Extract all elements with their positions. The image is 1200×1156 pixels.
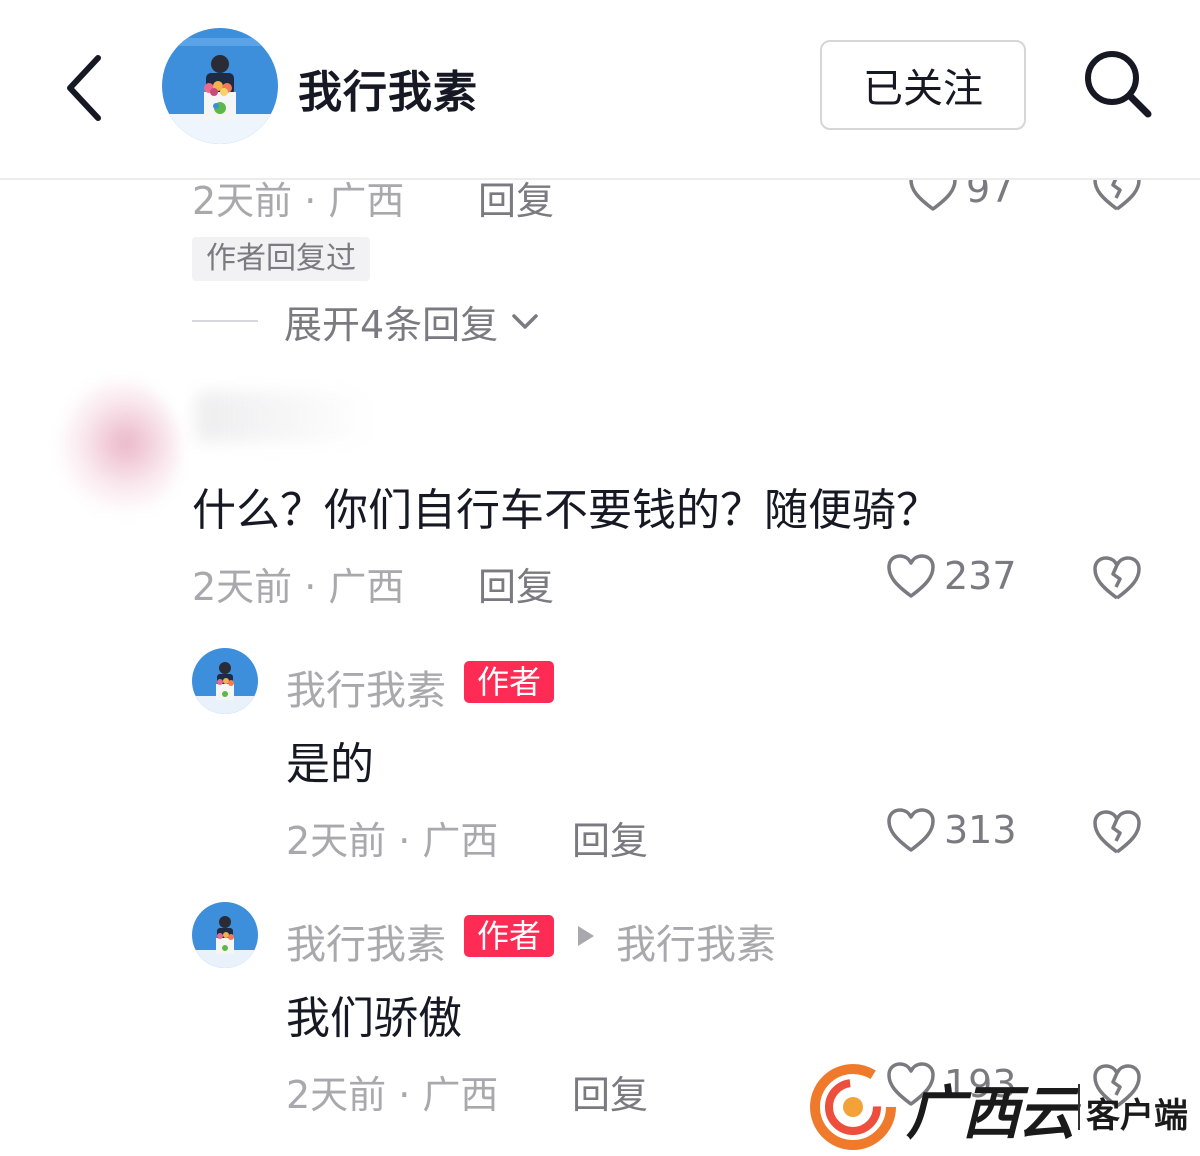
watermark-sub: 客户端 bbox=[1086, 1096, 1188, 1136]
like-count: 313 bbox=[944, 808, 1017, 852]
expand-replies-label: 展开4条回复 bbox=[284, 302, 499, 347]
broken-heart-icon[interactable] bbox=[1092, 809, 1142, 855]
expand-replies-button[interactable]: 展开4条回复 bbox=[192, 296, 542, 347]
author-tag: 作者 bbox=[464, 661, 555, 703]
avatar-image bbox=[192, 648, 258, 714]
page-title: 我行我素 bbox=[298, 67, 478, 118]
avatar[interactable] bbox=[192, 902, 258, 968]
watermark-brand: 广西云 bbox=[906, 1079, 1076, 1147]
username-blurred bbox=[196, 392, 371, 442]
comment-meta: 2天前 · 广西 bbox=[192, 565, 405, 609]
avatar-image bbox=[162, 28, 278, 144]
heart-icon bbox=[887, 808, 935, 852]
avatar[interactable] bbox=[60, 380, 180, 520]
guangxi-cloud-logo-icon bbox=[810, 1064, 896, 1150]
comment-text: 什么？你们自行车不要钱的？随便骑？ bbox=[192, 485, 940, 536]
profile-avatar[interactable] bbox=[162, 28, 278, 144]
author-tag: 作者 bbox=[464, 915, 555, 957]
reply-button[interactable]: 回复 bbox=[572, 810, 648, 865]
back-arrow-icon[interactable] bbox=[58, 48, 118, 128]
divider bbox=[192, 320, 258, 322]
follow-button[interactable]: 已关注 bbox=[820, 40, 1026, 130]
reply-button[interactable]: 回复 bbox=[478, 556, 554, 611]
avatar-image bbox=[192, 902, 258, 968]
reply-username[interactable]: 我行我素 bbox=[286, 912, 446, 970]
watermark: 广西云 客户端 bbox=[810, 1062, 1200, 1152]
like-button[interactable]: 313 bbox=[886, 807, 1017, 853]
heart-icon bbox=[887, 554, 935, 598]
search-icon[interactable] bbox=[1078, 44, 1158, 124]
chevron-down-icon bbox=[512, 314, 538, 329]
reply-text: 是的 bbox=[286, 739, 374, 790]
divider bbox=[1078, 1084, 1080, 1130]
reply-meta: 2天前 · 广西 bbox=[286, 819, 499, 863]
reply-text: 我们骄傲 bbox=[286, 993, 462, 1044]
reply-username[interactable]: 我行我素 bbox=[286, 658, 446, 716]
reply-to-username[interactable]: 我行我素 bbox=[616, 912, 776, 970]
author-replied-badge: 作者回复过 bbox=[192, 237, 370, 281]
reply-button[interactable]: 回复 bbox=[572, 1064, 648, 1119]
like-count: 237 bbox=[944, 554, 1017, 598]
avatar[interactable] bbox=[192, 648, 258, 714]
reply-meta: 2天前 · 广西 bbox=[286, 1073, 499, 1117]
top-bar: 我行我素 已关注 bbox=[0, 0, 1200, 180]
like-button[interactable]: 237 bbox=[886, 553, 1017, 599]
broken-heart-icon[interactable] bbox=[1092, 555, 1142, 601]
reply-arrow-icon bbox=[578, 926, 594, 946]
